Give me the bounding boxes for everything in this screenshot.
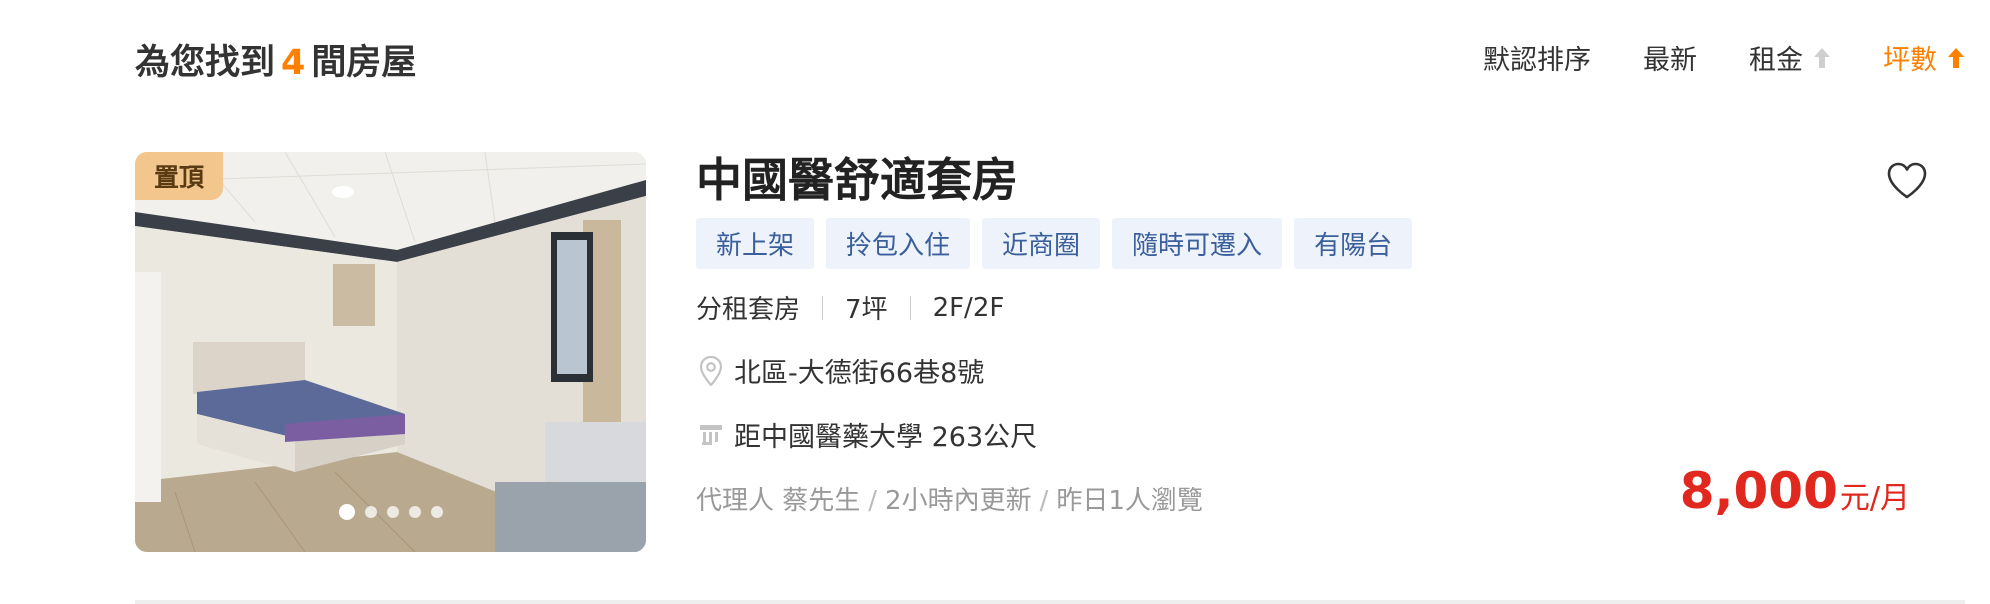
- listing-tag: 近商圈: [982, 218, 1101, 269]
- listing-tags: 新上架 拎包入住 近商圈 隨時可遷入 有陽台: [696, 218, 1896, 269]
- spec-divider: [822, 295, 824, 320]
- listing-nearby: 距中國醫藥大學 263公尺: [696, 415, 1896, 454]
- address-text: 北區-大德街66巷8號: [734, 358, 985, 389]
- listing-title[interactable]: 中國醫舒適套房: [696, 152, 1896, 208]
- listing-address: 北區-大德街66巷8號: [696, 351, 1896, 390]
- meta-separator: /: [1039, 486, 1049, 516]
- agent-name: 代理人 蔡先生: [696, 486, 861, 516]
- result-count: 為您找到 4 間房屋: [135, 34, 416, 85]
- sort-area[interactable]: 坪數: [1883, 38, 1965, 77]
- listing-specs: 分租套房 7坪 2F/2F: [696, 289, 1896, 326]
- room-photo-image: [135, 152, 646, 552]
- sort-area-label: 坪數: [1883, 45, 1937, 76]
- update-time: 2小時內更新: [885, 486, 1032, 516]
- nearby-text: 距中國醫藥大學 263公尺: [734, 422, 1038, 453]
- arrow-up-icon: [1813, 47, 1831, 69]
- carousel-dot[interactable]: [408, 506, 421, 518]
- spec-type: 分租套房: [696, 295, 801, 325]
- divider: [135, 600, 1965, 604]
- carousel-dot[interactable]: [338, 504, 355, 520]
- spec-floor: 2F/2F: [932, 292, 1005, 323]
- listing-card[interactable]: 置頂 中國醫舒適套房 新上架 拎包入住 近商圈 隨時可遷入 有陽台 分租套房 7…: [135, 152, 1965, 552]
- heart-outline-icon[interactable]: [1884, 158, 1930, 204]
- price-amount: 8,000: [1679, 462, 1838, 520]
- carousel-dot[interactable]: [430, 506, 443, 518]
- carousel-dot[interactable]: [364, 506, 377, 518]
- result-header: 為您找到 4 間房屋 默認排序 最新 租金 坪數: [135, 32, 1965, 83]
- location-pin-icon: [696, 355, 726, 387]
- listing-photo[interactable]: 置頂: [135, 152, 646, 552]
- result-count-number: 4: [281, 43, 306, 83]
- sort-default[interactable]: 默認排序: [1483, 38, 1591, 77]
- photo-carousel-dots: [135, 504, 646, 520]
- arrow-up-icon: [1947, 47, 1965, 69]
- school-icon: [696, 419, 726, 451]
- result-count-prefix: 為您找到: [135, 43, 276, 83]
- spec-divider: [909, 295, 911, 320]
- carousel-dot[interactable]: [386, 506, 399, 518]
- spec-area: 7坪: [845, 295, 888, 325]
- sort-bar: 默認排序 最新 租金 坪數: [1483, 38, 1965, 77]
- sort-rent[interactable]: 租金: [1749, 38, 1831, 77]
- result-count-suffix: 間房屋: [311, 43, 417, 83]
- sort-rent-label: 租金: [1749, 45, 1803, 76]
- sort-newest[interactable]: 最新: [1643, 38, 1697, 77]
- sort-default-label: 默認排序: [1483, 45, 1591, 76]
- listing-tag: 新上架: [696, 218, 815, 269]
- sort-newest-label: 最新: [1643, 45, 1697, 76]
- listing-tag: 有陽台: [1294, 218, 1413, 269]
- meta-separator: /: [868, 486, 878, 516]
- price-unit: 元/月: [1839, 481, 1910, 516]
- listing-tag: 拎包入住: [826, 218, 971, 269]
- listing-price: 8,000元/月: [1680, 462, 1910, 520]
- listing-tag: 隨時可遷入: [1112, 218, 1283, 269]
- view-count: 昨日1人瀏覽: [1056, 486, 1203, 516]
- pinned-badge: 置頂: [135, 152, 223, 200]
